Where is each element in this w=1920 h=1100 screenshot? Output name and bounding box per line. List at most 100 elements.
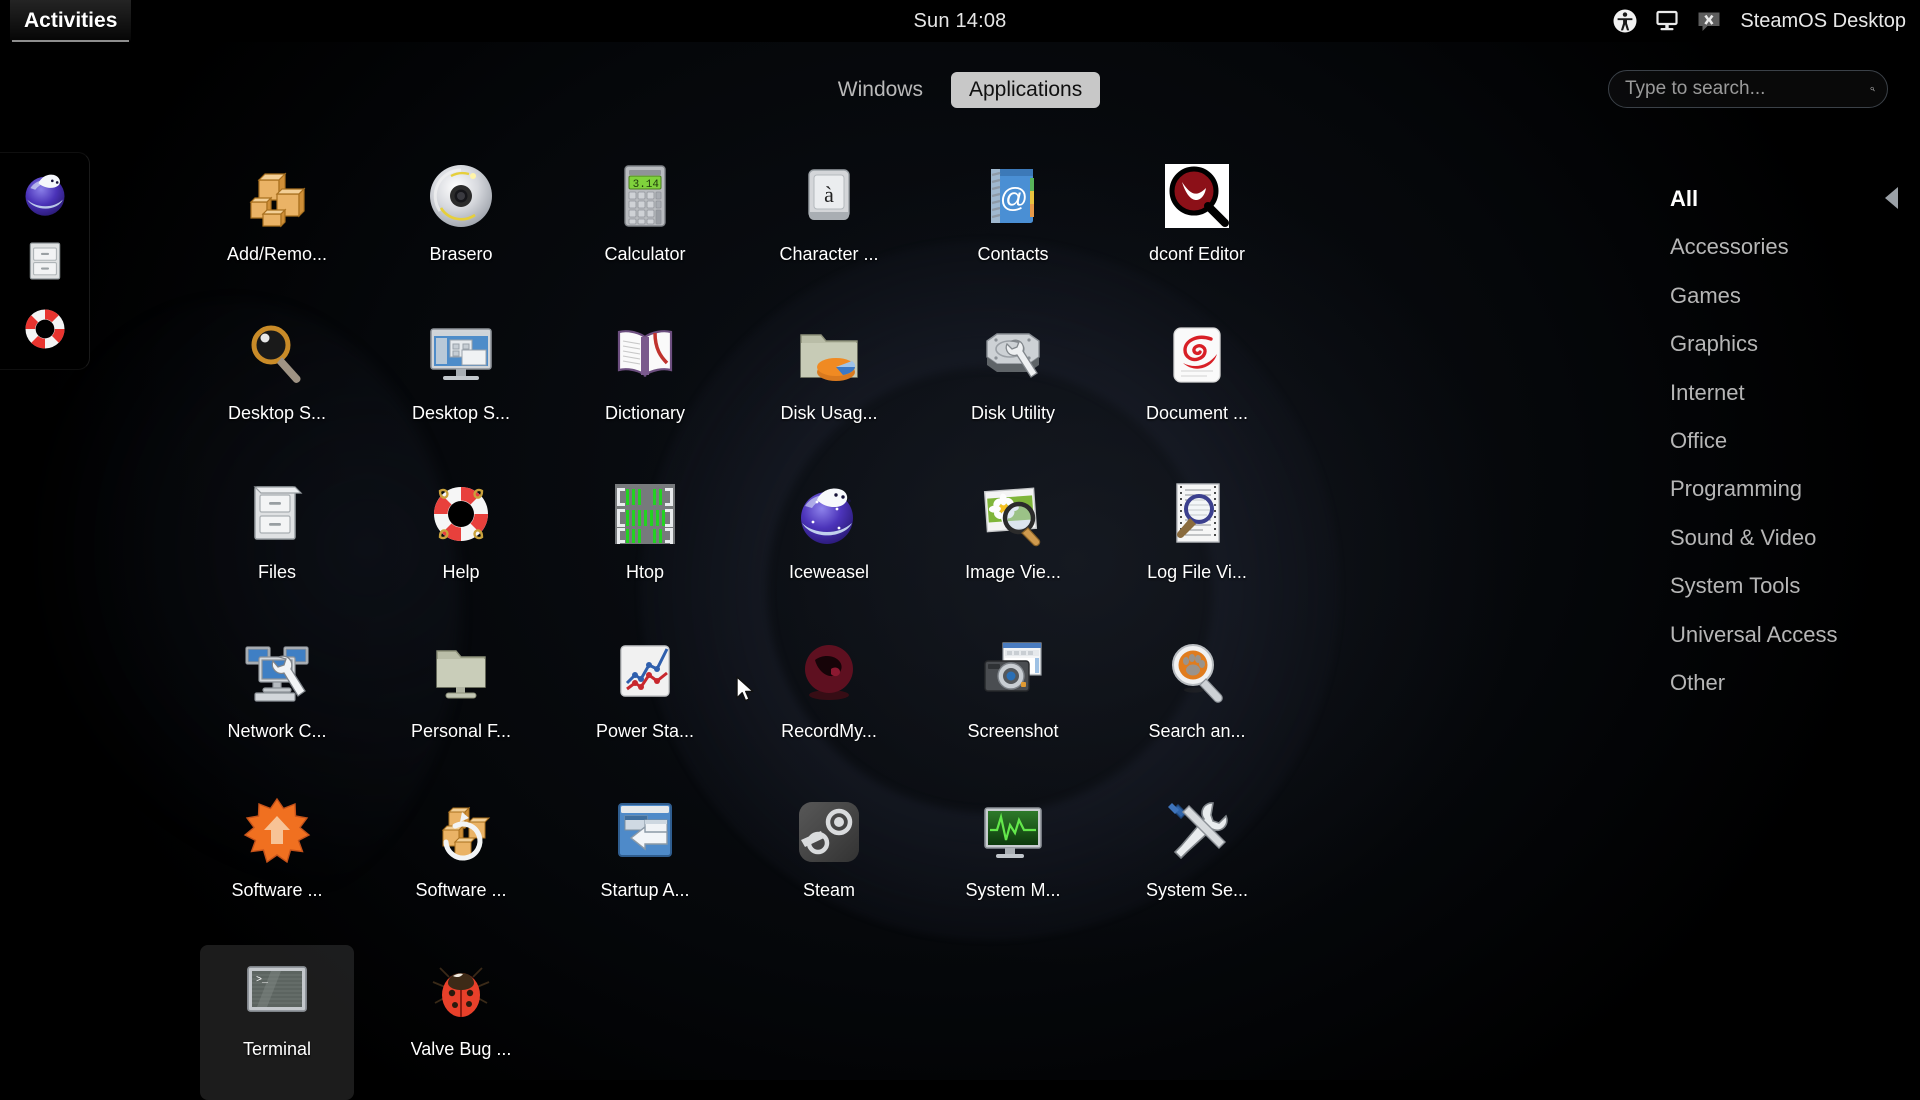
app-item[interactable]: 3.14 Calculator bbox=[568, 150, 722, 305]
app-item[interactable]: Valve Bug ... bbox=[384, 945, 538, 1100]
disk-usage-analyzer-icon bbox=[793, 319, 865, 391]
app-item[interactable]: System Se... bbox=[1120, 786, 1274, 941]
clock-label: Sun 14:08 bbox=[914, 10, 1007, 33]
app-item[interactable]: Power Sta... bbox=[568, 627, 722, 782]
app-label: Screenshot bbox=[967, 721, 1058, 742]
app-item[interactable]: Dictionary bbox=[568, 309, 722, 464]
valve-bug-tracker-icon bbox=[425, 955, 497, 1027]
app-label: Software ... bbox=[231, 880, 322, 901]
display-icon[interactable] bbox=[1654, 8, 1680, 34]
app-item[interactable]: Desktop S... bbox=[200, 309, 354, 464]
app-item[interactable]: Brasero bbox=[384, 150, 538, 305]
app-item[interactable]: Network C... bbox=[200, 627, 354, 782]
category-item[interactable]: Internet bbox=[1630, 369, 1920, 417]
system-monitor-icon bbox=[977, 796, 1049, 868]
app-item[interactable]: System M... bbox=[936, 786, 1090, 941]
search-input[interactable] bbox=[1625, 78, 1870, 100]
app-label: RecordMy... bbox=[781, 721, 877, 742]
category-item[interactable]: All bbox=[1630, 175, 1920, 223]
application-grid: Add/Remo...Brasero 3.14 Calculator àCharact… bbox=[200, 150, 1330, 1100]
category-item[interactable]: Sound & Video bbox=[1630, 514, 1920, 562]
category-label: Programming bbox=[1670, 476, 1802, 501]
app-label: Power Sta... bbox=[596, 721, 694, 742]
category-item[interactable]: System Tools bbox=[1630, 562, 1920, 610]
tab-windows-label: Windows bbox=[838, 78, 923, 101]
app-item[interactable]: @Contacts bbox=[936, 150, 1090, 305]
app-label: Iceweasel bbox=[789, 562, 869, 583]
app-item[interactable]: Startup A... bbox=[568, 786, 722, 941]
app-item[interactable]: Steam bbox=[752, 786, 906, 941]
category-label: Sound & Video bbox=[1670, 525, 1816, 550]
dock-item-iceweasel[interactable] bbox=[19, 167, 71, 219]
search-entry[interactable] bbox=[1608, 70, 1888, 108]
category-label: Internet bbox=[1670, 380, 1745, 405]
search-icon[interactable] bbox=[1870, 78, 1875, 100]
session-label[interactable]: SteamOS Desktop bbox=[1740, 10, 1906, 33]
app-label: Disk Utility bbox=[971, 403, 1055, 424]
dconf-editor-icon bbox=[1161, 160, 1233, 232]
search-and-index-icon bbox=[1161, 637, 1233, 709]
app-item[interactable]: Screenshot bbox=[936, 627, 1090, 782]
app-item[interactable]: Help bbox=[384, 468, 538, 623]
app-label: Help bbox=[442, 562, 479, 583]
app-item[interactable]: àCharacter ... bbox=[752, 150, 906, 305]
terminal-icon: >_ bbox=[241, 955, 313, 1027]
app-item[interactable]: Htop bbox=[568, 468, 722, 623]
disk-utility-icon bbox=[977, 319, 1049, 391]
app-item[interactable]: Search an... bbox=[1120, 627, 1274, 782]
app-item[interactable]: Document ... bbox=[1120, 309, 1274, 464]
app-item[interactable]: Software ... bbox=[200, 786, 354, 941]
category-item[interactable]: Other bbox=[1630, 659, 1920, 707]
app-item[interactable]: Desktop S... bbox=[384, 309, 538, 464]
app-label: Character ... bbox=[779, 244, 878, 265]
recordmydesktop-icon bbox=[793, 637, 865, 709]
app-item[interactable]: Software ... bbox=[384, 786, 538, 941]
tab-windows[interactable]: Windows bbox=[820, 72, 941, 108]
app-label: Terminal bbox=[243, 1039, 311, 1060]
power-statistics-icon bbox=[609, 637, 681, 709]
brasero-disc-icon bbox=[425, 160, 497, 232]
app-label: Document ... bbox=[1146, 403, 1248, 424]
app-label: Software ... bbox=[415, 880, 506, 901]
tab-applications[interactable]: Applications bbox=[951, 72, 1100, 108]
app-label: Calculator bbox=[604, 244, 685, 265]
message-icon[interactable] bbox=[1696, 8, 1722, 34]
document-viewer-icon bbox=[1161, 319, 1233, 391]
category-item[interactable]: Office bbox=[1630, 417, 1920, 465]
log-file-viewer-icon bbox=[1161, 478, 1233, 550]
app-item[interactable]: Disk Utility bbox=[936, 309, 1090, 464]
accessibility-icon[interactable] bbox=[1612, 8, 1638, 34]
category-label: System Tools bbox=[1670, 573, 1800, 598]
app-label: Desktop S... bbox=[412, 403, 510, 424]
category-item[interactable]: Games bbox=[1630, 272, 1920, 320]
category-label: All bbox=[1670, 186, 1698, 211]
category-label: Universal Access bbox=[1670, 622, 1838, 647]
category-item[interactable]: Accessories bbox=[1630, 223, 1920, 271]
category-item[interactable]: Graphics bbox=[1630, 320, 1920, 368]
category-label: Graphics bbox=[1670, 331, 1758, 356]
iceweasel-icon bbox=[793, 478, 865, 550]
app-item[interactable]: Personal F... bbox=[384, 627, 538, 782]
chevron-left-icon[interactable] bbox=[1885, 187, 1898, 209]
app-item[interactable]: Image Vie... bbox=[936, 468, 1090, 623]
category-item[interactable]: Programming bbox=[1630, 465, 1920, 513]
activities-overview: Activities Sun 14:08 SteamOS Desktop bbox=[0, 0, 1920, 1080]
app-item[interactable]: Log File Vi... bbox=[1120, 468, 1274, 623]
dock-item-files[interactable] bbox=[19, 235, 71, 287]
dock-item-help[interactable] bbox=[19, 303, 71, 355]
image-viewer-icon bbox=[977, 478, 1049, 550]
app-item[interactable]: dconf Editor bbox=[1120, 150, 1274, 305]
category-item[interactable]: Universal Access bbox=[1630, 611, 1920, 659]
dictionary-icon bbox=[609, 319, 681, 391]
app-item[interactable]: Add/Remo... bbox=[200, 150, 354, 305]
app-label: Disk Usag... bbox=[780, 403, 877, 424]
system-status-area: SteamOS Desktop bbox=[1612, 0, 1906, 42]
app-item[interactable]: Disk Usag... bbox=[752, 309, 906, 464]
app-item[interactable]: >_ Terminal bbox=[200, 945, 354, 1100]
app-item[interactable]: Iceweasel bbox=[752, 468, 906, 623]
svg-text:3.14: 3.14 bbox=[633, 179, 660, 191]
help-icon bbox=[425, 478, 497, 550]
contacts-icon: @ bbox=[977, 160, 1049, 232]
app-item[interactable]: Files bbox=[200, 468, 354, 623]
app-item[interactable]: RecordMy... bbox=[752, 627, 906, 782]
